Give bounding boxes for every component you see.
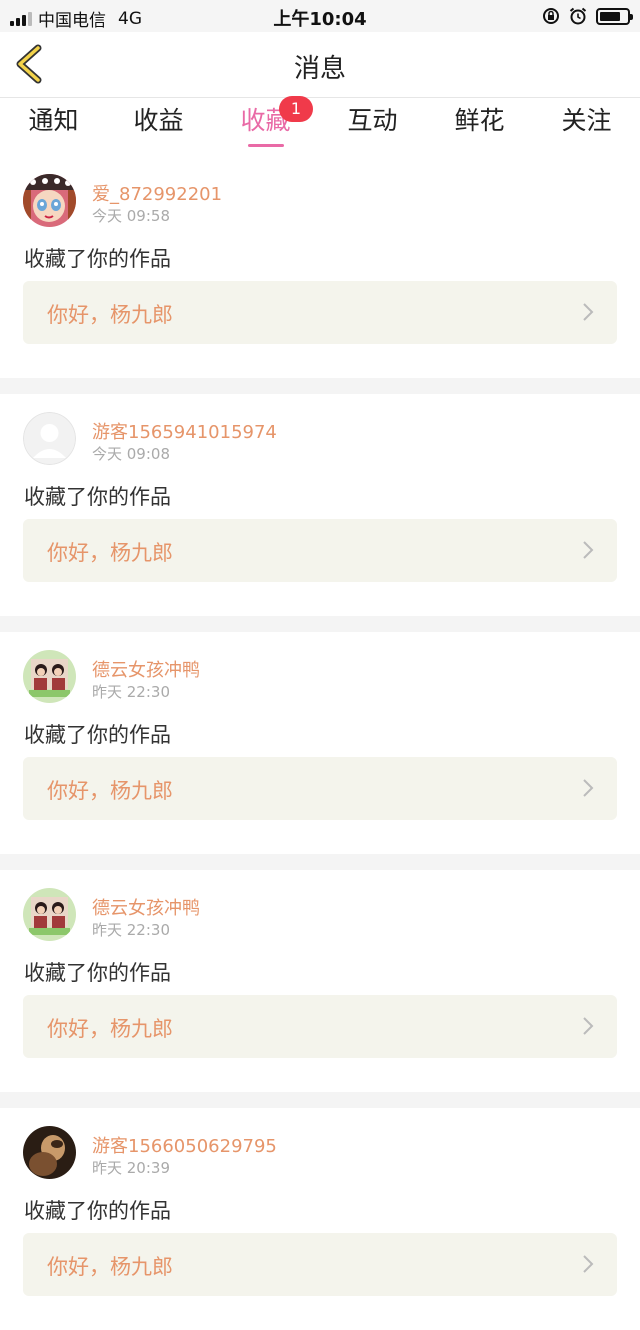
chevron-right-icon	[583, 779, 594, 797]
tab-label: 关注	[561, 106, 612, 135]
username[interactable]: 爱_872992201	[92, 180, 222, 206]
chevron-right-icon	[583, 541, 594, 559]
timestamp: 昨天 22:30	[92, 921, 170, 939]
action-text: 收藏了你的作品	[24, 247, 171, 271]
action-text: 收藏了你的作品	[24, 723, 171, 747]
message-item: 游客1565941015974 今天 09:08 收藏了你的作品 你好，杨九郎	[0, 394, 640, 616]
avatar-image	[23, 650, 76, 703]
avatar[interactable]	[23, 1126, 76, 1179]
action-text: 收藏了你的作品	[24, 1199, 171, 1223]
chevron-right-icon	[583, 303, 594, 321]
tab-label: 收益	[133, 106, 184, 135]
message-list: 爱_872992201 今天 09:58 收藏了你的作品 你好，杨九郎 游客15…	[0, 156, 640, 1330]
tab-earnings[interactable]: 收益	[105, 104, 212, 148]
rotation-lock-icon	[543, 8, 559, 24]
avatar-image	[23, 1126, 76, 1179]
timestamp: 昨天 22:30	[92, 683, 170, 701]
tab-label: 互动	[347, 106, 398, 135]
action-text: 收藏了你的作品	[24, 485, 171, 509]
tab-favorites[interactable]: 收藏 1	[212, 96, 319, 148]
timestamp: 今天 09:08	[92, 445, 170, 463]
work-link[interactable]: 你好，杨九郎	[23, 757, 617, 820]
username[interactable]: 德云女孩冲鸭	[92, 894, 200, 920]
tab-label: 鲜花	[454, 106, 505, 135]
tab-label: 通知	[28, 106, 79, 135]
timestamp: 今天 09:58	[92, 207, 170, 225]
divider	[0, 616, 640, 632]
avatar[interactable]	[23, 650, 76, 703]
chevron-right-icon	[583, 1255, 594, 1273]
timestamp: 昨天 20:39	[92, 1159, 170, 1177]
unread-badge: 1	[279, 96, 313, 122]
work-title: 你好，杨九郎	[47, 1017, 173, 1041]
battery-icon	[596, 7, 633, 25]
avatar[interactable]	[23, 412, 76, 465]
alarm-icon	[569, 7, 587, 25]
work-title: 你好，杨九郎	[47, 541, 173, 565]
work-link[interactable]: 你好，杨九郎	[23, 281, 617, 344]
nav-bar: 消息	[0, 32, 640, 98]
page-title: 消息	[293, 54, 346, 84]
username[interactable]: 德云女孩冲鸭	[92, 656, 200, 682]
avatar-image	[23, 888, 76, 941]
action-text: 收藏了你的作品	[24, 961, 171, 985]
divider	[0, 1092, 640, 1108]
username[interactable]: 游客1566050629795	[92, 1132, 277, 1158]
work-title: 你好，杨九郎	[47, 779, 173, 803]
avatar[interactable]	[23, 888, 76, 941]
chevron-right-icon	[583, 1017, 594, 1035]
status-right	[542, 6, 633, 26]
work-title: 你好，杨九郎	[47, 303, 173, 327]
divider	[0, 378, 640, 394]
tab-flowers[interactable]: 鲜花	[426, 104, 533, 148]
tab-notice[interactable]: 通知	[0, 104, 107, 148]
tab-follow[interactable]: 关注	[533, 104, 640, 148]
status-bar: 中国电信 4G 上午10:04	[0, 0, 640, 32]
work-link[interactable]: 你好，杨九郎	[23, 1233, 617, 1296]
work-link[interactable]: 你好，杨九郎	[23, 519, 617, 582]
message-item: 德云女孩冲鸭 昨天 22:30 收藏了你的作品 你好，杨九郎	[0, 632, 640, 854]
default-avatar-icon	[23, 412, 76, 465]
active-tab-indicator	[247, 144, 284, 147]
tab-bar: 通知 收益 收藏 1 互动 鲜花 关注	[0, 96, 640, 156]
message-item: 爱_872992201 今天 09:58 收藏了你的作品 你好，杨九郎	[0, 156, 640, 378]
work-title: 你好，杨九郎	[47, 1255, 173, 1279]
avatar[interactable]	[23, 174, 76, 227]
work-link[interactable]: 你好，杨九郎	[23, 995, 617, 1058]
message-item: 游客1566050629795 昨天 20:39 收藏了你的作品 你好，杨九郎	[0, 1108, 640, 1330]
message-item: 德云女孩冲鸭 昨天 22:30 收藏了你的作品 你好，杨九郎	[0, 870, 640, 1092]
tab-interaction[interactable]: 互动	[319, 104, 426, 148]
avatar-image	[23, 174, 76, 227]
divider	[0, 854, 640, 870]
username[interactable]: 游客1565941015974	[92, 418, 277, 444]
